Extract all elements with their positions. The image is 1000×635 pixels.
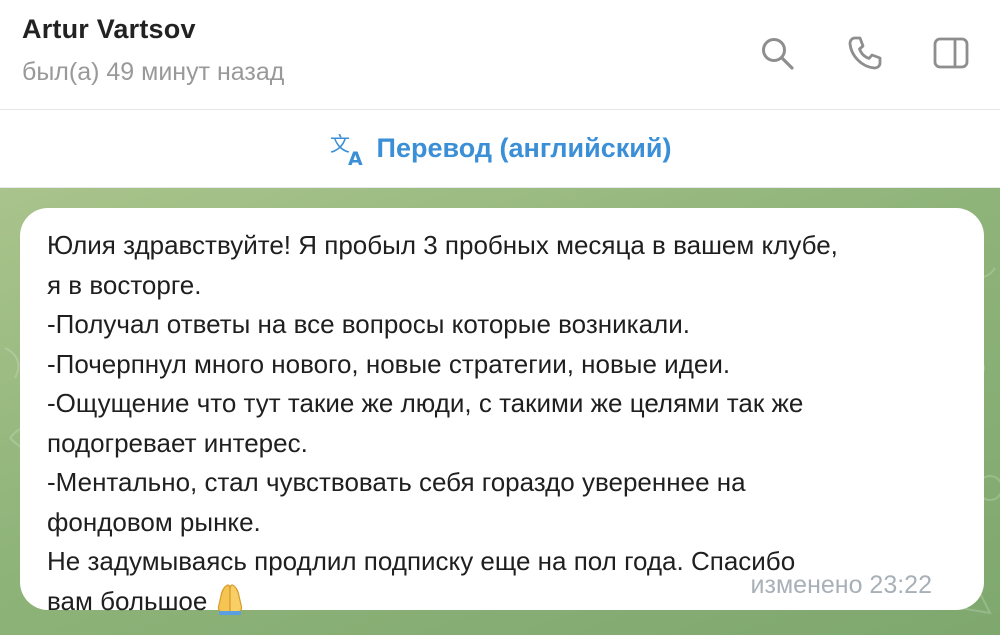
translate-label: Перевод (английский) [376, 133, 672, 163]
message-line: я в восторге. [47, 269, 202, 300]
sidebar-toggle-icon[interactable] [932, 34, 970, 72]
message-line: -Получал ответы на все вопросы которые в… [47, 309, 690, 339]
message-line: Юлия здравствуйте! Я пробыл 3 пробных ме… [47, 230, 838, 260]
search-icon[interactable] [758, 34, 796, 72]
folded-hands-emoji-icon [213, 582, 247, 616]
phone-icon[interactable] [846, 34, 884, 72]
message-line: -Ментально, стал чувствовать себя горазд… [47, 467, 746, 497]
message-line: -Почерпнул много нового, новые стратегии… [47, 348, 731, 379]
translate-bar[interactable]: 文 A Перевод (английский) [0, 110, 1000, 188]
message-line: -Ощущение что тут такие же люди, с таким… [47, 388, 804, 418]
message-line: фондовом рынке. [47, 506, 261, 537]
message-meta: изменено 23:22 [750, 571, 932, 599]
svg-text:文: 文 [330, 132, 350, 156]
chat-header: Artur Vartsov был(а) 49 минут назад [0, 0, 1000, 110]
message-line: подогревает интерес. [47, 427, 308, 458]
translate-icon: 文 A [329, 131, 369, 167]
last-seen-status: был(а) 49 минут назад [22, 58, 285, 86]
message-line-text: вам большое [47, 585, 208, 616]
svg-text:A: A [348, 148, 363, 167]
message-bubble[interactable]: Юлия здравствуйте! Я пробыл 3 пробных ме… [20, 208, 984, 616]
chat-title[interactable]: Artur Vartsov [22, 14, 196, 45]
message-text: Юлия здравствуйте! Я пробыл 3 пробных ме… [47, 226, 960, 621]
chat-area: Юлия здравствуйте! Я пробыл 3 пробных ме… [0, 188, 1000, 635]
